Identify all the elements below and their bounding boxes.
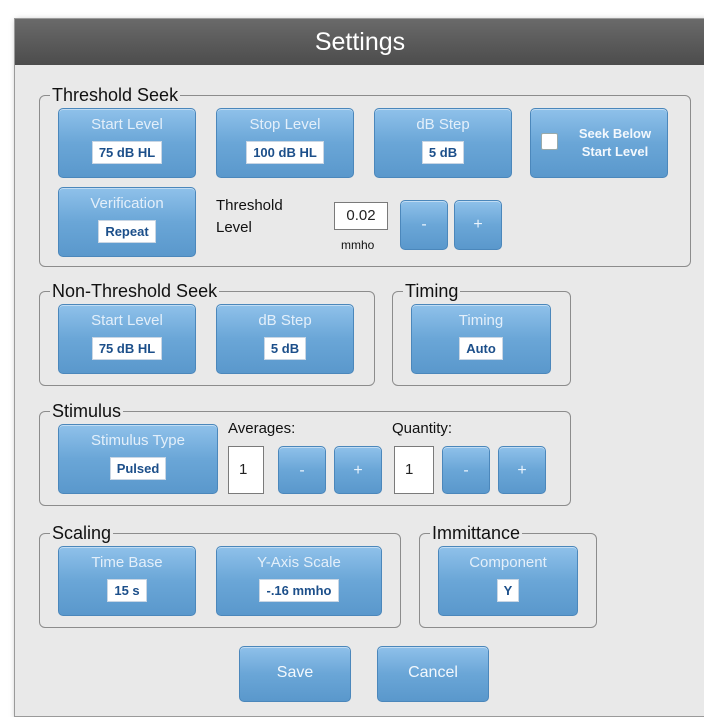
button-value: 5 dB	[421, 141, 465, 164]
quantity-label: Quantity:	[392, 420, 453, 437]
button-value: -.16 mmho	[259, 579, 339, 602]
threshold-start-level-button[interactable]: Start Level 75 dB HL	[58, 108, 196, 178]
seek-below-label: Seek Below Start Level	[578, 126, 652, 159]
button-label: Y-Axis Scale	[257, 554, 341, 571]
threshold-level-unit: mmho	[341, 238, 375, 252]
timing-group: Timing Timing Auto	[392, 280, 571, 386]
quantity-plus-button[interactable]: +	[498, 446, 546, 494]
stimulus-legend: Stimulus	[50, 400, 124, 422]
button-value: 15 s	[107, 579, 147, 602]
quantity-field[interactable]: 1	[394, 446, 434, 494]
non-threshold-db-step-button[interactable]: dB Step 5 dB	[216, 304, 354, 374]
seek-below-start-level-toggle[interactable]: Seek Below Start Level	[530, 108, 668, 178]
button-label: Time Base	[91, 554, 163, 571]
button-value: Auto	[459, 337, 503, 360]
settings-dialog: Settings Threshold Seek Start Level 75 d…	[14, 18, 704, 717]
scaling-group: Scaling Time Base 15 s Y-Axis Scale -.16…	[39, 522, 401, 628]
button-label: dB Step	[416, 116, 470, 133]
stimulus-group: Stimulus Stimulus Type Pulsed Averages: …	[39, 400, 571, 506]
button-label: Timing	[458, 312, 504, 329]
averages-field[interactable]: 1	[228, 446, 264, 494]
threshold-level-minus-button[interactable]: -	[400, 200, 448, 250]
non-threshold-start-level-button[interactable]: Start Level 75 dB HL	[58, 304, 196, 374]
button-value: 75 dB HL	[91, 141, 163, 164]
threshold-level-field[interactable]: 0.02	[334, 202, 388, 230]
button-value: Y	[496, 579, 520, 602]
button-label: Stimulus Type	[91, 432, 185, 449]
verification-button[interactable]: Verification Repeat	[58, 187, 196, 257]
button-label: dB Step	[258, 312, 312, 329]
threshold-level-plus-button[interactable]: +	[454, 200, 502, 250]
dialog-title: Settings	[15, 19, 704, 65]
averages-label: Averages:	[228, 420, 296, 437]
stimulus-type-button[interactable]: Stimulus Type Pulsed	[58, 424, 218, 494]
seek-below-checkbox[interactable]	[541, 133, 558, 150]
button-value: 5 dB	[263, 337, 307, 360]
scaling-legend: Scaling	[50, 522, 114, 544]
y-axis-scale-button[interactable]: Y-Axis Scale -.16 mmho	[216, 546, 382, 616]
time-base-button[interactable]: Time Base 15 s	[58, 546, 196, 616]
immittance-group: Immittance Component Y	[419, 522, 597, 628]
non-threshold-seek-group: Non-Threshold Seek Start Level 75 dB HL …	[39, 280, 375, 386]
averages-minus-button[interactable]: -	[278, 446, 326, 494]
component-button[interactable]: Component Y	[438, 546, 578, 616]
button-label: Start Level	[91, 312, 163, 329]
timing-button[interactable]: Timing Auto	[411, 304, 551, 374]
button-label: Verification	[90, 195, 164, 212]
timing-legend: Timing	[403, 280, 461, 302]
button-label: Start Level	[91, 116, 163, 133]
button-label: Component	[469, 554, 547, 571]
threshold-seek-group: Threshold Seek Start Level 75 dB HL Stop…	[39, 84, 691, 267]
immittance-legend: Immittance	[430, 522, 523, 544]
cancel-button[interactable]: Cancel	[377, 646, 489, 702]
threshold-stop-level-button[interactable]: Stop Level 100 dB HL	[216, 108, 354, 178]
threshold-seek-legend: Threshold Seek	[50, 84, 181, 106]
button-value: 100 dB HL	[246, 141, 324, 164]
button-label: Stop Level	[249, 116, 321, 133]
button-value: Repeat	[98, 220, 156, 243]
non-threshold-seek-legend: Non-Threshold Seek	[50, 280, 220, 302]
quantity-minus-button[interactable]: -	[442, 446, 490, 494]
button-value: Pulsed	[109, 457, 167, 480]
averages-plus-button[interactable]: +	[334, 446, 382, 494]
save-button[interactable]: Save	[239, 646, 351, 702]
button-value: 75 dB HL	[91, 337, 163, 360]
threshold-db-step-button[interactable]: dB Step 5 dB	[374, 108, 512, 178]
threshold-level-label: Threshold Level	[216, 197, 283, 236]
